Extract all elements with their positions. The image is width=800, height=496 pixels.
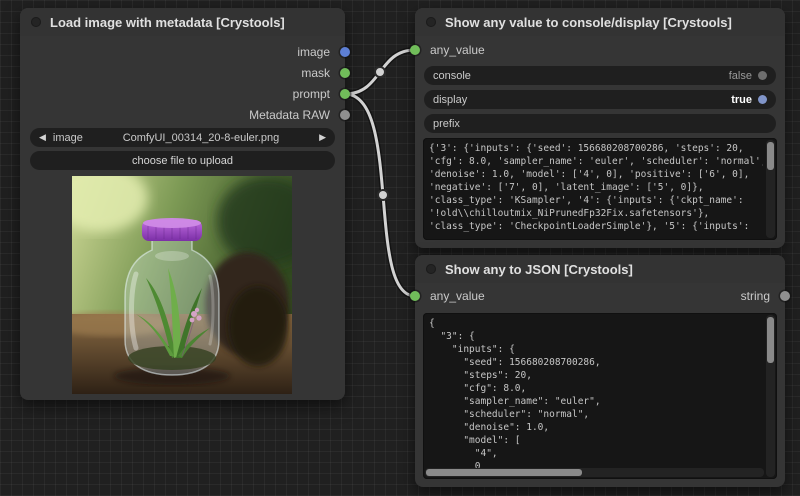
node-load-image-with-metadata[interactable]: Load image with metadata [Crystools] ima… <box>20 8 345 400</box>
json-output-textarea[interactable]: { "3": { "inputs": { "seed": 15668020870… <box>423 313 777 479</box>
display-toggle-label: display <box>433 94 467 106</box>
toggle-on-icon[interactable] <box>758 95 767 104</box>
console-toggle-widget[interactable]: console false <box>424 66 776 85</box>
combo-label: image <box>53 132 83 144</box>
output-port-image[interactable] <box>340 47 350 57</box>
node-title: Show any value to console/display [Cryst… <box>445 15 732 30</box>
output-label-image: image <box>297 45 330 59</box>
output-port-prompt[interactable] <box>340 89 350 99</box>
console-toggle-value: false <box>729 70 752 82</box>
input-label-any-value: any_value <box>430 289 485 303</box>
input-port-any-value[interactable] <box>410 45 420 55</box>
json-output-text: { "3": { "inputs": { "seed": 15668020870… <box>429 317 763 475</box>
output-label-metadata-raw: Metadata RAW <box>249 108 330 122</box>
output-port-string[interactable] <box>780 291 790 301</box>
collapse-dot-icon[interactable] <box>426 264 436 274</box>
scrollbar-thumb[interactable] <box>767 317 774 363</box>
node-show-any-to-json[interactable]: Show any to JSON [Crystools] any_value s… <box>415 255 785 487</box>
node-header[interactable]: Show any value to console/display [Cryst… <box>415 8 785 36</box>
choose-file-button[interactable]: choose file to upload <box>30 151 335 170</box>
image-file-combo-widget[interactable]: ◀ image ComfyUI_00314_20-8-euler.png ▶ <box>30 128 335 147</box>
vertical-scrollbar[interactable] <box>766 315 775 477</box>
output-label-string: string <box>741 289 770 303</box>
scrollbar-thumb[interactable] <box>767 142 774 170</box>
console-output-text: {'3': {'inputs': {'seed': 15668020870028… <box>429 142 763 236</box>
combo-next-icon[interactable]: ▶ <box>319 132 326 143</box>
node-header[interactable]: Load image with metadata [Crystools] <box>20 8 345 36</box>
image-preview <box>72 176 292 394</box>
input-port-any-value[interactable] <box>410 291 420 301</box>
node-show-any-value-console[interactable]: Show any value to console/display [Cryst… <box>415 8 785 248</box>
scrollbar-thumb[interactable] <box>426 469 582 476</box>
link-midpoint-dot <box>378 190 388 200</box>
node-header[interactable]: Show any to JSON [Crystools] <box>415 255 785 283</box>
collapse-dot-icon[interactable] <box>426 17 436 27</box>
link-midpoint-dot <box>375 67 385 77</box>
prefix-input-label: prefix <box>433 118 460 130</box>
node-title: Show any to JSON [Crystools] <box>445 262 633 277</box>
node-title: Load image with metadata [Crystools] <box>50 15 285 30</box>
vertical-scrollbar[interactable] <box>766 140 775 238</box>
console-output-textarea[interactable]: {'3': {'inputs': {'seed': 15668020870028… <box>423 138 777 240</box>
input-label-any-value: any_value <box>430 43 485 57</box>
display-toggle-widget[interactable]: display true <box>424 90 776 109</box>
combo-selected-value: ComfyUI_00314_20-8-euler.png <box>83 132 319 144</box>
console-toggle-label: console <box>433 70 471 82</box>
node-graph-canvas[interactable]: Load image with metadata [Crystools] ima… <box>0 0 800 496</box>
output-port-metadata-raw[interactable] <box>340 110 350 120</box>
output-label-prompt: prompt <box>293 87 330 101</box>
prefix-input[interactable]: prefix <box>424 114 776 133</box>
horizontal-scrollbar[interactable] <box>425 468 764 477</box>
combo-prev-icon[interactable]: ◀ <box>39 132 46 143</box>
output-label-mask: mask <box>301 66 330 80</box>
display-toggle-value: true <box>731 94 752 106</box>
toggle-off-icon[interactable] <box>758 71 767 80</box>
output-port-mask[interactable] <box>340 68 350 78</box>
collapse-dot-icon[interactable] <box>31 17 41 27</box>
